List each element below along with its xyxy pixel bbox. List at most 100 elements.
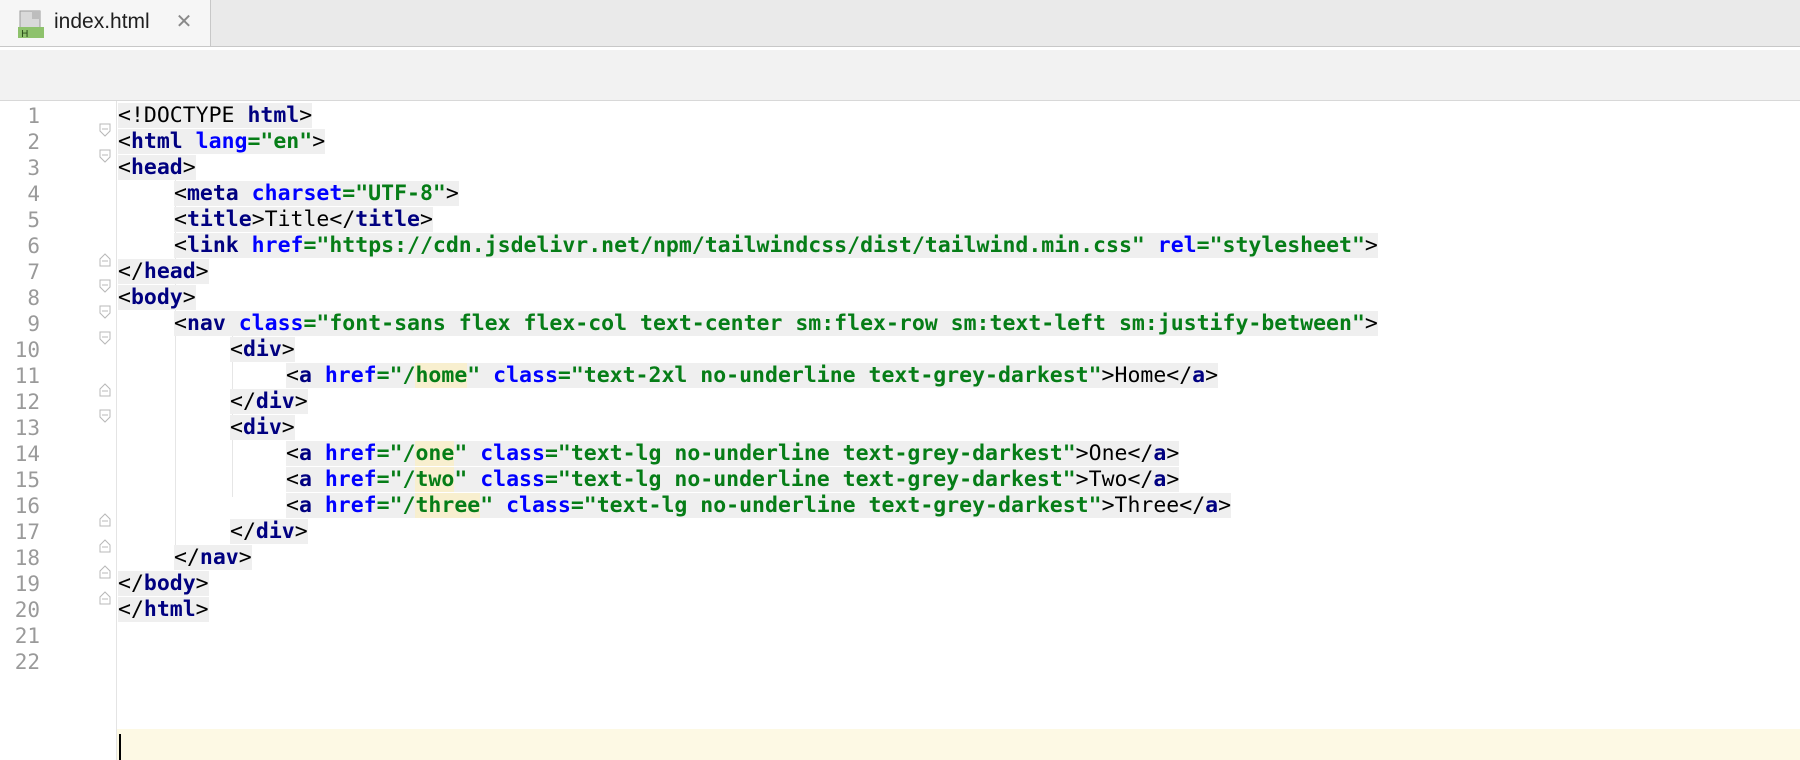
code-token: </ [118,259,144,284]
code-token: meta [186,181,239,206]
code-line: <a href="/three" class="text-lg no-under… [286,491,1232,521]
code-token: lang [182,129,248,154]
html-file-icon: H [18,10,44,38]
code-token: href [311,441,377,466]
line-number: 22 [14,650,40,674]
code-token: < [286,493,299,518]
code-token: Two [1088,467,1128,492]
code-token: ="text-lg no-underline text-grey-darkest… [544,441,1076,466]
fold-close-icon[interactable] [98,513,112,527]
code-token: < [174,233,187,258]
code-token: </ [230,389,256,414]
code-token: " [454,441,468,466]
code-token: < [174,311,187,336]
code-token: < [286,363,299,388]
fold-close-icon[interactable] [98,565,112,579]
code-token: > [1101,493,1115,518]
code-token: > [1205,363,1219,388]
code-token: title [355,207,420,232]
code-token: ="text-2xl no-underline text-grey-darkes… [557,363,1102,388]
tab-index-html[interactable]: H index.html ✕ [0,0,211,46]
code-token: > [1364,233,1378,258]
code-token: > [294,519,308,544]
code-token: nav [199,545,239,570]
code-token: < [118,129,131,154]
code-token: ="UTF-8" [342,181,446,206]
code-token: </ [1127,467,1154,492]
code-token: href [238,233,304,258]
code-token: href [311,493,377,518]
svg-text:H: H [21,29,29,38]
fold-open-icon[interactable] [98,279,112,293]
code-token: a [1153,467,1167,492]
code-editor[interactable]: 1 2 3 4 5 6 7 8 9 10 11 12 13 14 15 16 17 18 19 20 21 22 <!DO… [0,101,1800,760]
code-token: ="text-lg no-underline text-grey-darkest… [544,467,1076,492]
code-token: class [493,493,571,518]
code-token: div [242,337,282,362]
code-token: html [130,129,183,154]
code-token: body [143,571,196,596]
fold-open-icon[interactable] [98,409,112,423]
code-token: class [467,441,545,466]
code-token: body [130,285,183,310]
code-token: </ [230,519,256,544]
code-token: a [298,493,312,518]
code-token: ="en" [247,129,313,154]
close-icon[interactable]: ✕ [174,11,194,31]
code-token: a [1205,493,1219,518]
code-token: a [298,363,312,388]
code-token: > [1364,311,1378,336]
code-token: two [415,467,455,492]
editor-tab-bar: H index.html ✕ [0,0,1800,47]
code-token: > [195,259,209,284]
fold-open-icon[interactable] [98,123,112,137]
code-token: > [294,389,308,414]
fold-close-icon[interactable] [98,383,112,397]
code-token: ="text-lg no-underline text-grey-darkest… [570,493,1102,518]
code-token: nav [186,311,226,336]
code-token: > [182,155,196,180]
code-token: class [467,467,545,492]
fold-open-icon[interactable] [98,331,112,345]
code-token: three [415,493,481,518]
current-line-highlight [117,729,1800,760]
code-token: </ [1127,441,1154,466]
code-token: div [255,389,295,414]
code-token: <!DOCTYPE [118,103,248,128]
code-token: > [238,545,252,570]
code-token: title [186,207,252,232]
code-token: </ [174,545,200,570]
code-token: > [1075,467,1089,492]
code-line: <a href="/home" class="text-2xl no-under… [286,361,1219,391]
code-token: > [281,337,295,362]
code-token: > [1166,441,1180,466]
code-token: class [480,363,558,388]
code-token: > [1218,493,1232,518]
code-token: " [467,363,481,388]
code-token: < [230,415,243,440]
gutter-divider [116,101,117,760]
code-token: ="/ [376,467,416,492]
code-token: One [1088,441,1128,466]
code-token: < [286,467,299,492]
code-token: a [1192,363,1206,388]
code-token: head [130,155,183,180]
code-token: home [415,363,468,388]
fold-close-icon[interactable] [98,539,112,553]
code-token: ="stylesheet" [1196,233,1365,258]
code-token: div [255,519,295,544]
fold-open-icon[interactable] [98,305,112,319]
code-token: < [118,155,131,180]
code-token: html [143,597,196,622]
fold-close-icon[interactable] [98,253,112,267]
code-token: > [299,103,313,128]
code-token: > [195,597,209,622]
fold-close-icon[interactable] [98,591,112,605]
code-token: Title [264,207,330,232]
code-token: href [311,467,377,492]
code-token: a [298,441,312,466]
code-line: </html> [118,595,209,625]
fold-open-icon[interactable] [98,149,112,163]
code-token: </ [118,597,144,622]
code-line: <link href="https://cdn.jsdelivr.net/npm… [174,231,1378,261]
